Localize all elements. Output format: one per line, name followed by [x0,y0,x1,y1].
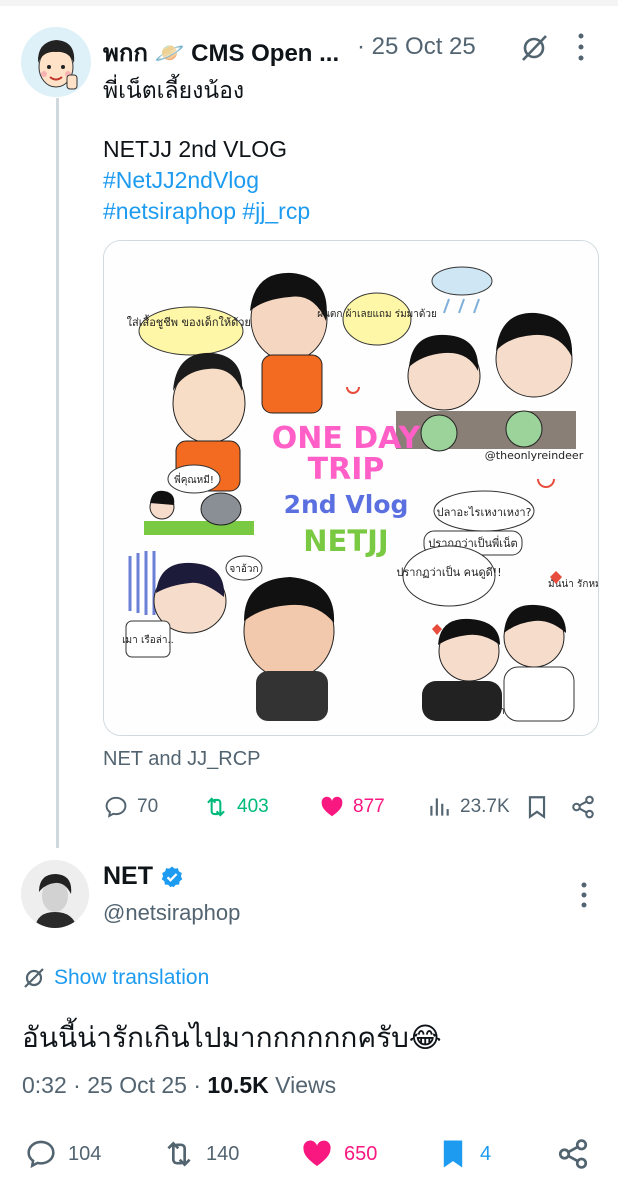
tweet-text-line: พี่เน็ตเลี้ยงน้อง [103,77,245,103]
community-name[interactable]: CMS Open ... [191,40,339,67]
bookmark-count: 4 [480,1142,492,1165]
heart-filled-icon [303,1140,331,1167]
thread-connector-line [56,98,59,848]
views-button[interactable]: 23.7K [426,791,510,823]
profile-photo [21,860,89,928]
tweet-text-line: NETJJ 2nd VLOG [103,136,288,162]
like-button[interactable]: 650 [300,1136,377,1172]
hashtag-link[interactable]: #netsiraphop #jj_rcp [103,198,310,225]
like-count: 877 [353,796,385,817]
display-name[interactable]: พกก 🪐 CMS Open ... [103,33,339,72]
bubble-text: เมา เรือล่า.. [122,634,174,646]
art-title: TRIP [308,452,385,487]
bubble-text: ใส่เสื้อชูชีพ ของเด็กให้ด้วย! [127,314,256,329]
tweet-time: 0:32 [22,1072,67,1098]
artist-credit: @theonlyreindeer [485,449,584,462]
avatar[interactable] [21,27,91,97]
views-count: 10.5K [207,1072,269,1098]
bookmark-button[interactable]: 4 [436,1136,491,1172]
repost-icon [167,1141,191,1167]
share-icon[interactable] [556,1137,590,1171]
view-count: 23.7K [460,796,510,817]
avatar[interactable] [21,860,89,928]
art-subtitle: NETJJ [303,524,388,558]
grok-icon[interactable] [518,32,550,64]
reply-count: 104 [68,1142,102,1165]
bubble-text: ฝนตก ผ้าเลยแถม ร่มมาด้วย [317,308,437,320]
tweet-text: อันนี้น่ารักเกินไปมากกกกกกครับ😂 [22,1022,442,1053]
reply-button[interactable]: 104 [24,1136,101,1172]
bubble-text: จ๊วบฮา [475,705,505,717]
reply-icon [27,1140,55,1169]
bookmark-filled-icon [443,1140,463,1168]
hashtag-link[interactable]: #NetJJ2ndVlog [103,167,259,194]
repost-count: 140 [206,1142,240,1165]
media-image[interactable]: ใส่เสื้อชูชีพ ของเด็กให้ด้วย! ฝนตก ผ้าเล… [103,240,599,736]
fanart-illustration: ใส่เสื้อชูชีพ ของเด็กให้ด้วย! ฝนตก ผ้าเล… [104,241,598,735]
bubble-text: ปลาอะไรเหงาเหงา? [437,506,532,519]
top-divider [0,0,618,6]
show-translation-link[interactable]: Show translation [22,962,209,994]
art-subtitle: 2nd Vlog [284,490,409,519]
cartoon-avatar-icon [21,27,91,97]
more-options-icon[interactable] [574,30,588,64]
share-icon[interactable] [570,794,596,820]
reply-button[interactable]: 70 [103,791,158,823]
repost-button[interactable]: 140 [162,1136,239,1172]
views-label: Views [275,1072,337,1098]
tweet-date: 25 Oct 25 [87,1072,187,1098]
verified-badge-icon [161,866,183,888]
bookmark-icon[interactable] [524,794,550,820]
planet-emoji: 🪐 [154,40,185,67]
repost-icon [207,797,225,817]
analytics-icon [430,798,449,816]
grok-icon [24,968,44,988]
tweet-date[interactable]: · 25 Oct 25 [357,33,476,61]
user-handle[interactable]: @netsiraphop [103,900,240,926]
like-button[interactable]: 877 [319,791,385,823]
reply-icon [105,796,127,818]
bubble-text: พี่คุณหมี! [174,472,214,486]
repost-button[interactable]: 403 [203,791,269,823]
bubble-text: จาอ้วก [229,563,258,575]
like-count: 650 [344,1142,378,1165]
tweet-meta: 0:32 · 25 Oct 25 · 10.5K Views [22,1072,337,1098]
community-source-label[interactable]: NET and JJ_RCP [103,748,260,771]
reply-count: 70 [137,796,159,817]
bubble-text: ปรากฏว่าเป็น คนดูดี!! [396,565,501,579]
display-name[interactable]: NET [103,862,153,891]
art-title: ONE DAY [272,421,422,456]
more-options-icon[interactable] [577,880,591,910]
repost-count: 403 [237,796,269,817]
heart-filled-icon [321,796,343,817]
